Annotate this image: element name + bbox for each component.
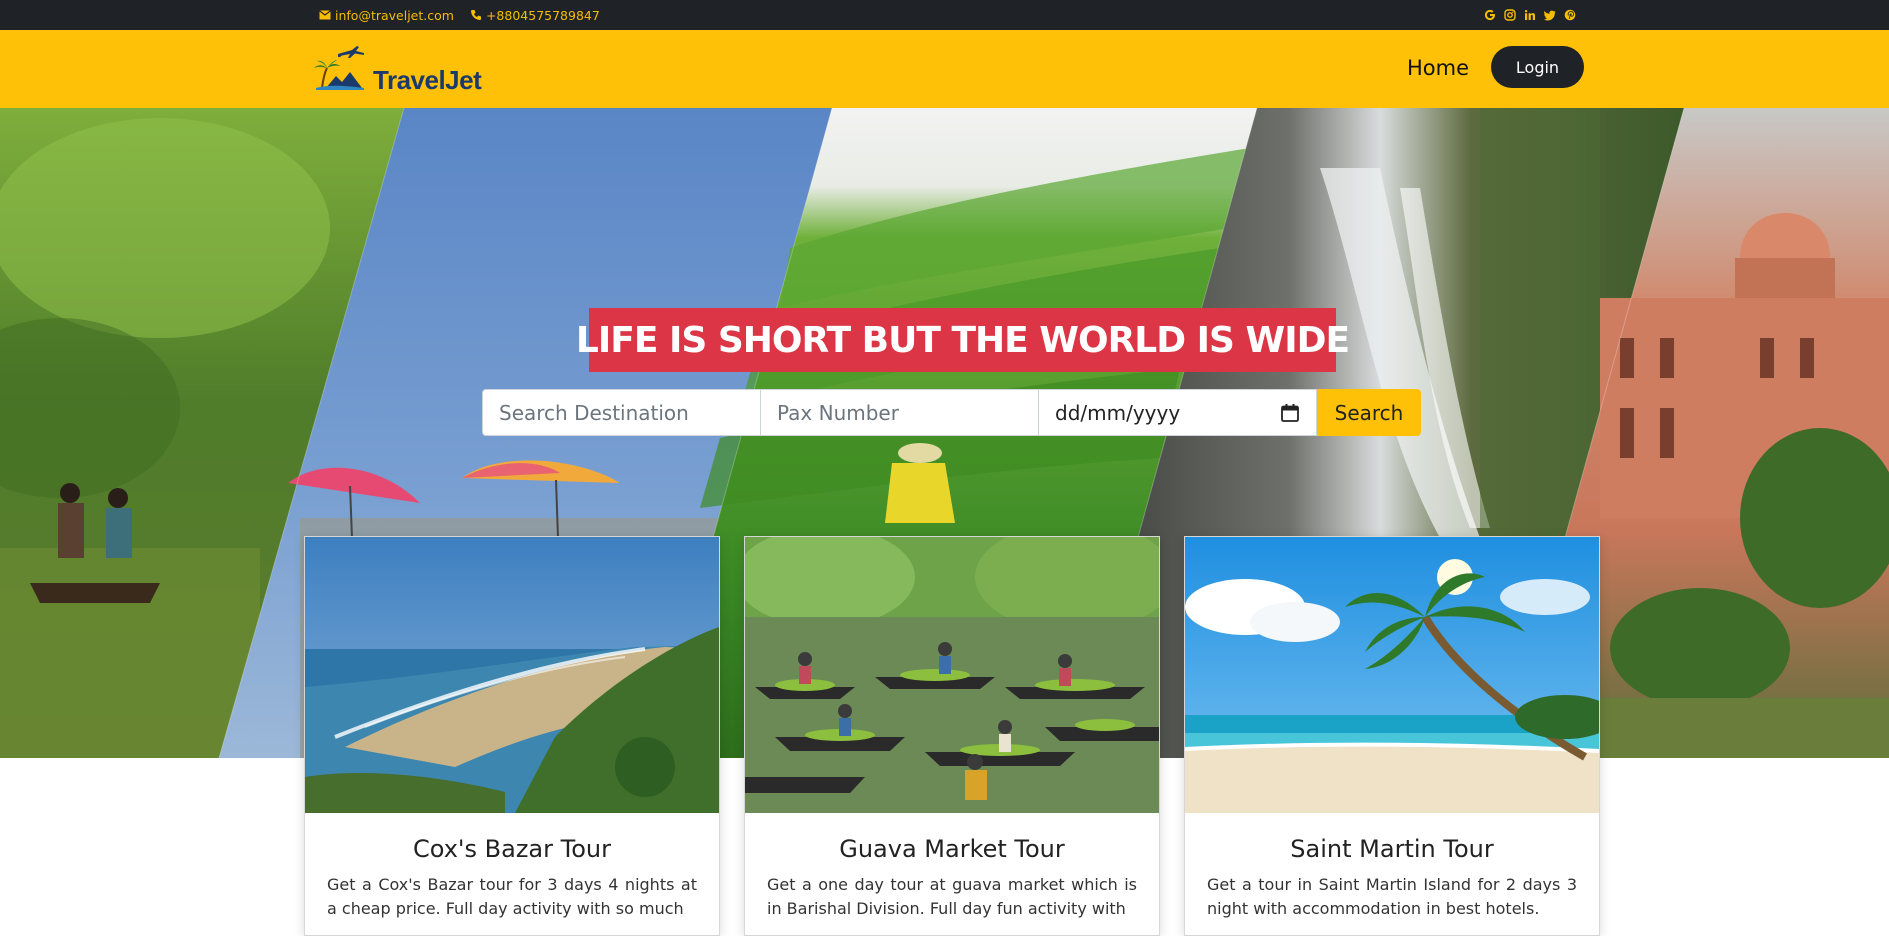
date-input[interactable]: dd/mm/yyyy xyxy=(1039,389,1317,436)
phone-icon xyxy=(470,10,481,20)
google-icon[interactable] xyxy=(1484,9,1496,21)
login-button[interactable]: Login xyxy=(1491,46,1584,88)
phone-text: +8804575789847 xyxy=(485,7,600,23)
top-contact-bar: info@traveljet.com +8804575789847 xyxy=(0,0,1889,30)
search-button[interactable]: Search xyxy=(1317,389,1421,436)
search-form: dd/mm/yyyy Search xyxy=(482,389,1421,436)
email-link[interactable]: info@traveljet.com xyxy=(319,8,454,23)
logo-text: TravelJet xyxy=(373,65,482,95)
destination-search-input[interactable] xyxy=(482,389,761,436)
tour-card-guava-market[interactable]: Guava Market Tour Get a one day tour at … xyxy=(744,536,1160,936)
tour-card-title: Guava Market Tour xyxy=(839,835,1065,863)
tour-card-description: Get a Cox's Bazar tour for 3 days 4 nigh… xyxy=(327,875,697,918)
envelope-icon xyxy=(319,10,331,20)
pinterest-icon[interactable] xyxy=(1564,9,1576,21)
tour-card-saint-martin[interactable]: Saint Martin Tour Get a tour in Saint Ma… xyxy=(1184,536,1600,936)
tour-card-title: Saint Martin Tour xyxy=(1290,835,1494,863)
logo[interactable]: TravelJet xyxy=(312,44,487,95)
instagram-icon[interactable] xyxy=(1504,9,1516,21)
logo-airplane-palm-icon xyxy=(314,46,364,90)
social-links xyxy=(1484,0,1576,30)
hero-tagline: LIFE IS SHORT BUT THE WORLD IS WIDE xyxy=(575,319,1350,361)
email-text: info@traveljet.com xyxy=(335,7,454,23)
date-input-value: dd/mm/yyyy xyxy=(1055,400,1181,425)
calendar-icon[interactable] xyxy=(1280,403,1300,423)
contact-info: info@traveljet.com +8804575789847 xyxy=(319,0,600,30)
tour-card-image xyxy=(305,537,719,813)
tour-cards: Cox's Bazar Tour Get a Cox's Bazar tour … xyxy=(304,536,1600,936)
tour-card-description: Get a one day tour at guava market which… xyxy=(767,875,1137,918)
linkedin-icon[interactable] xyxy=(1524,9,1536,21)
tour-card-image xyxy=(1185,537,1599,813)
hero-tagline-box: LIFE IS SHORT BUT THE WORLD IS WIDE xyxy=(576,308,1350,372)
phone-link[interactable]: +8804575789847 xyxy=(470,8,600,23)
tour-card-image xyxy=(745,537,1159,813)
tour-card-description: Get a tour in Saint Martin Island for 2 … xyxy=(1207,875,1577,918)
tour-card-title: Cox's Bazar Tour xyxy=(413,835,611,863)
pax-number-input[interactable] xyxy=(761,389,1039,436)
nav-home-link[interactable]: Home xyxy=(1407,56,1469,80)
tour-card-coxs-bazar[interactable]: Cox's Bazar Tour Get a Cox's Bazar tour … xyxy=(304,536,720,936)
navbar: TravelJet Home Login xyxy=(0,30,1889,108)
twitter-icon[interactable] xyxy=(1544,9,1556,21)
